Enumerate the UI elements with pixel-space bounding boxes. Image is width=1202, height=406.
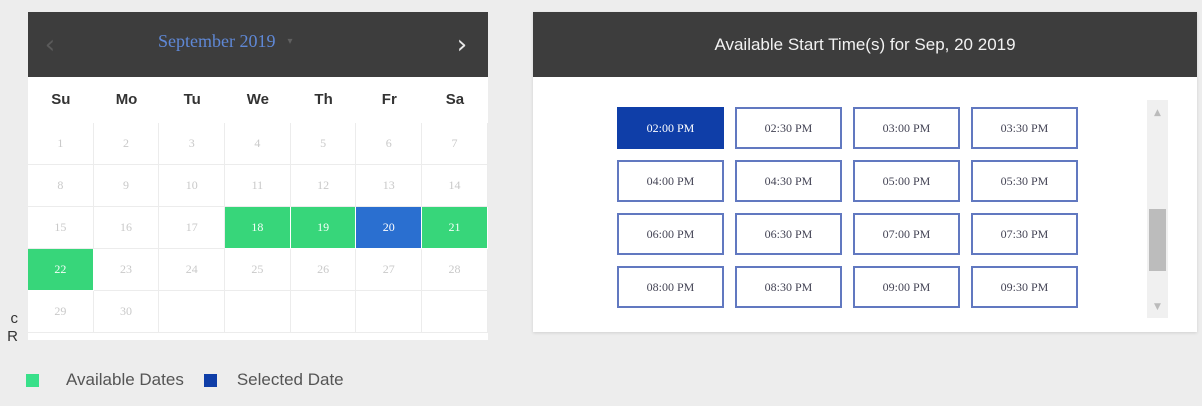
calendar-day-disabled: 3 xyxy=(159,123,226,165)
calendar-day-disabled: 1 xyxy=(28,123,94,165)
scroll-up-icon[interactable]: ▲ xyxy=(1147,106,1168,120)
calendar-day-disabled: 25 xyxy=(225,249,291,291)
calendar-day-available[interactable]: 18 xyxy=(225,207,291,249)
weekday-header: Su xyxy=(51,91,71,108)
calendar-day-disabled: 4 xyxy=(225,123,291,165)
calendar-day-available[interactable]: 22 xyxy=(28,249,94,291)
calendar-day-disabled: 29 xyxy=(28,291,94,333)
scrollbar-thumb[interactable] xyxy=(1149,209,1166,271)
calendar-day-disabled: 26 xyxy=(290,249,357,291)
next-month-icon[interactable]: › xyxy=(442,12,482,77)
calendar-day-disabled: 7 xyxy=(422,123,488,165)
calendar-day-disabled: 24 xyxy=(159,249,226,291)
calendar-day-disabled: 14 xyxy=(422,165,488,207)
calendar-empty-cell xyxy=(159,291,226,333)
time-slot-button[interactable]: 08:00 PM xyxy=(617,266,724,308)
calendar-day-available[interactable]: 21 xyxy=(422,207,488,249)
time-slot-button[interactable]: 03:30 PM xyxy=(971,107,1078,149)
start-times-panel: Available Start Time(s) for Sep, 20 2019… xyxy=(533,12,1197,332)
time-slot-button[interactable]: 04:00 PM xyxy=(617,160,724,202)
calendar-day-selected[interactable]: 20 xyxy=(356,207,423,249)
weekday-header: Fr xyxy=(381,91,397,108)
time-slot-grid: 02:00 PM 02:30 PM 03:00 PM 03:30 PM 04:00 PM… xyxy=(617,107,1087,308)
date-picker-calendar: ‹ September 2019 ▾ › Su Mo Tu We Th Fr Sa 1234… xyxy=(28,12,488,340)
calendar-day-disabled: 6 xyxy=(356,123,423,165)
time-slots-scrollbar[interactable]: ▲ ▼ xyxy=(1147,100,1168,318)
calendar-days-grid: 1 2 3 4 5 6 7 8 9 10 11 12 13 14 15 16 17 18 19 20 21 22 23 24 2… xyxy=(28,123,488,333)
available-dates-swatch xyxy=(26,373,39,387)
time-slot-button[interactable]: 02:30 PM xyxy=(735,107,842,149)
selected-date-swatch xyxy=(203,373,217,387)
previous-month-icon[interactable]: ‹ xyxy=(30,12,70,77)
calendar-day-disabled: 28 xyxy=(422,249,488,291)
time-slot-button[interactable]: 08:30 PM xyxy=(735,266,842,308)
weekday-header: Mo xyxy=(115,91,138,108)
calendar-day-disabled: 8 xyxy=(28,165,94,207)
weekday-header: Tu xyxy=(183,91,201,108)
calendar-empty-cell xyxy=(356,291,423,333)
calendar-day-disabled: 15 xyxy=(28,207,94,249)
calendar-day-disabled: 23 xyxy=(93,249,160,291)
calendar-empty-cell xyxy=(290,291,357,333)
time-slot-button[interactable]: 05:00 PM xyxy=(853,160,960,202)
time-slot-button[interactable]: 07:00 PM xyxy=(853,213,960,255)
calendar-day-disabled: 5 xyxy=(290,123,357,165)
calendar-day-disabled: 11 xyxy=(225,165,291,207)
time-slot-button-selected[interactable]: 02:00 PM xyxy=(617,107,724,149)
time-slot-button[interactable]: 03:00 PM xyxy=(853,107,960,149)
time-slot-button[interactable]: 06:00 PM xyxy=(617,213,724,255)
time-slot-button[interactable]: 07:30 PM xyxy=(971,213,1078,255)
calendar-legend: Available Dates Selected Date xyxy=(26,367,344,393)
calendar-day-disabled: 12 xyxy=(290,165,357,207)
weekday-header-row: Su Mo Tu We Th Fr Sa xyxy=(28,77,488,123)
calendar-day-disabled: 10 xyxy=(159,165,226,207)
calendar-empty-cell xyxy=(422,291,488,333)
start-times-title: Available Start Time(s) for Sep, 20 2019 xyxy=(533,12,1197,77)
month-year-selector[interactable]: September 2019 ▾ xyxy=(158,12,293,70)
time-slot-button[interactable]: 05:30 PM xyxy=(971,160,1078,202)
calendar-day-disabled: 2 xyxy=(93,123,160,165)
cropped-edge-text: c R xyxy=(7,310,18,345)
time-slot-button[interactable]: 09:00 PM xyxy=(853,266,960,308)
weekday-header: We xyxy=(246,91,270,108)
calendar-day-disabled: 17 xyxy=(159,207,226,249)
selected-date-label: Selected Date xyxy=(236,370,344,389)
calendar-empty-cell xyxy=(225,291,291,333)
calendar-day-disabled: 9 xyxy=(93,165,160,207)
time-slot-button[interactable]: 09:30 PM xyxy=(971,266,1078,308)
available-dates-label: Available Dates xyxy=(66,370,184,389)
scroll-down-icon[interactable]: ▼ xyxy=(1147,300,1168,314)
month-year-label: September 2019 xyxy=(158,30,276,51)
calendar-day-disabled: 13 xyxy=(356,165,423,207)
calendar-header: ‹ September 2019 ▾ › xyxy=(28,12,488,77)
calendar-day-disabled: 30 xyxy=(93,291,160,333)
time-slot-button[interactable]: 06:30 PM xyxy=(735,213,842,255)
chevron-down-icon: ▾ xyxy=(287,35,293,47)
time-slot-button[interactable]: 04:30 PM xyxy=(735,160,842,202)
weekday-header: Sa xyxy=(445,91,465,108)
weekday-header: Th xyxy=(314,91,333,108)
calendar-day-disabled: 27 xyxy=(356,249,423,291)
calendar-day-available[interactable]: 19 xyxy=(290,207,357,249)
calendar-day-disabled: 16 xyxy=(93,207,160,249)
